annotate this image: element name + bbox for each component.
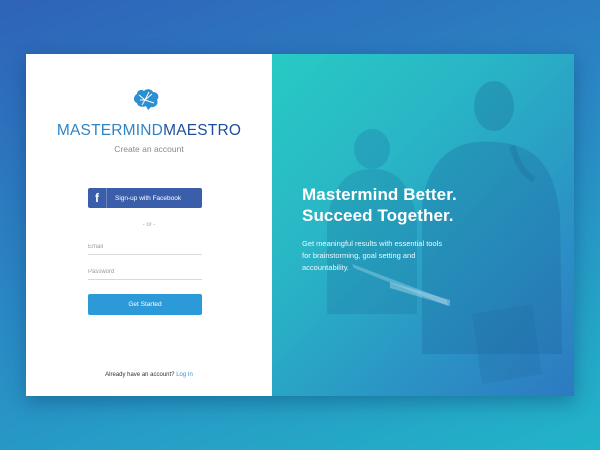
login-prompt-text: Already have an account?: [105, 372, 175, 378]
signup-panel: MASTERMINDMAESTRO Create an account f Si…: [26, 54, 272, 396]
facebook-icon: f: [88, 188, 107, 208]
brain-logo-icon: [134, 89, 159, 110]
login-link[interactable]: Log In: [176, 372, 193, 378]
facebook-signup-label: Sign-up with Facebook: [115, 194, 182, 202]
hero-headline-line-1: Mastermind Better.: [302, 185, 457, 204]
brand-part-2: MAESTRO: [163, 122, 242, 139]
password-field[interactable]: [88, 265, 202, 280]
page-subtitle: Create an account: [114, 144, 184, 154]
facebook-signup-button[interactable]: f Sign-up with Facebook: [88, 188, 202, 208]
brand-part-1: MASTERMIND: [56, 122, 164, 139]
hero-tagline: Get meaningful results with essential to…: [302, 239, 443, 272]
login-prompt: Already have an account? Log In: [26, 372, 272, 378]
hero-headline-line-2: Succeed Together.: [302, 206, 454, 225]
or-divider: - or -: [142, 222, 156, 228]
get-started-button[interactable]: Get Started: [88, 294, 202, 315]
hero-panel: Mastermind Better. Succeed Together. Get…: [272, 54, 574, 396]
hero-headline: Mastermind Better. Succeed Together.: [302, 184, 457, 226]
email-field[interactable]: [88, 240, 202, 255]
brand-wordmark: MASTERMINDMAESTRO: [26, 122, 272, 140]
signup-card: MASTERMINDMAESTRO Create an account f Si…: [26, 54, 574, 396]
